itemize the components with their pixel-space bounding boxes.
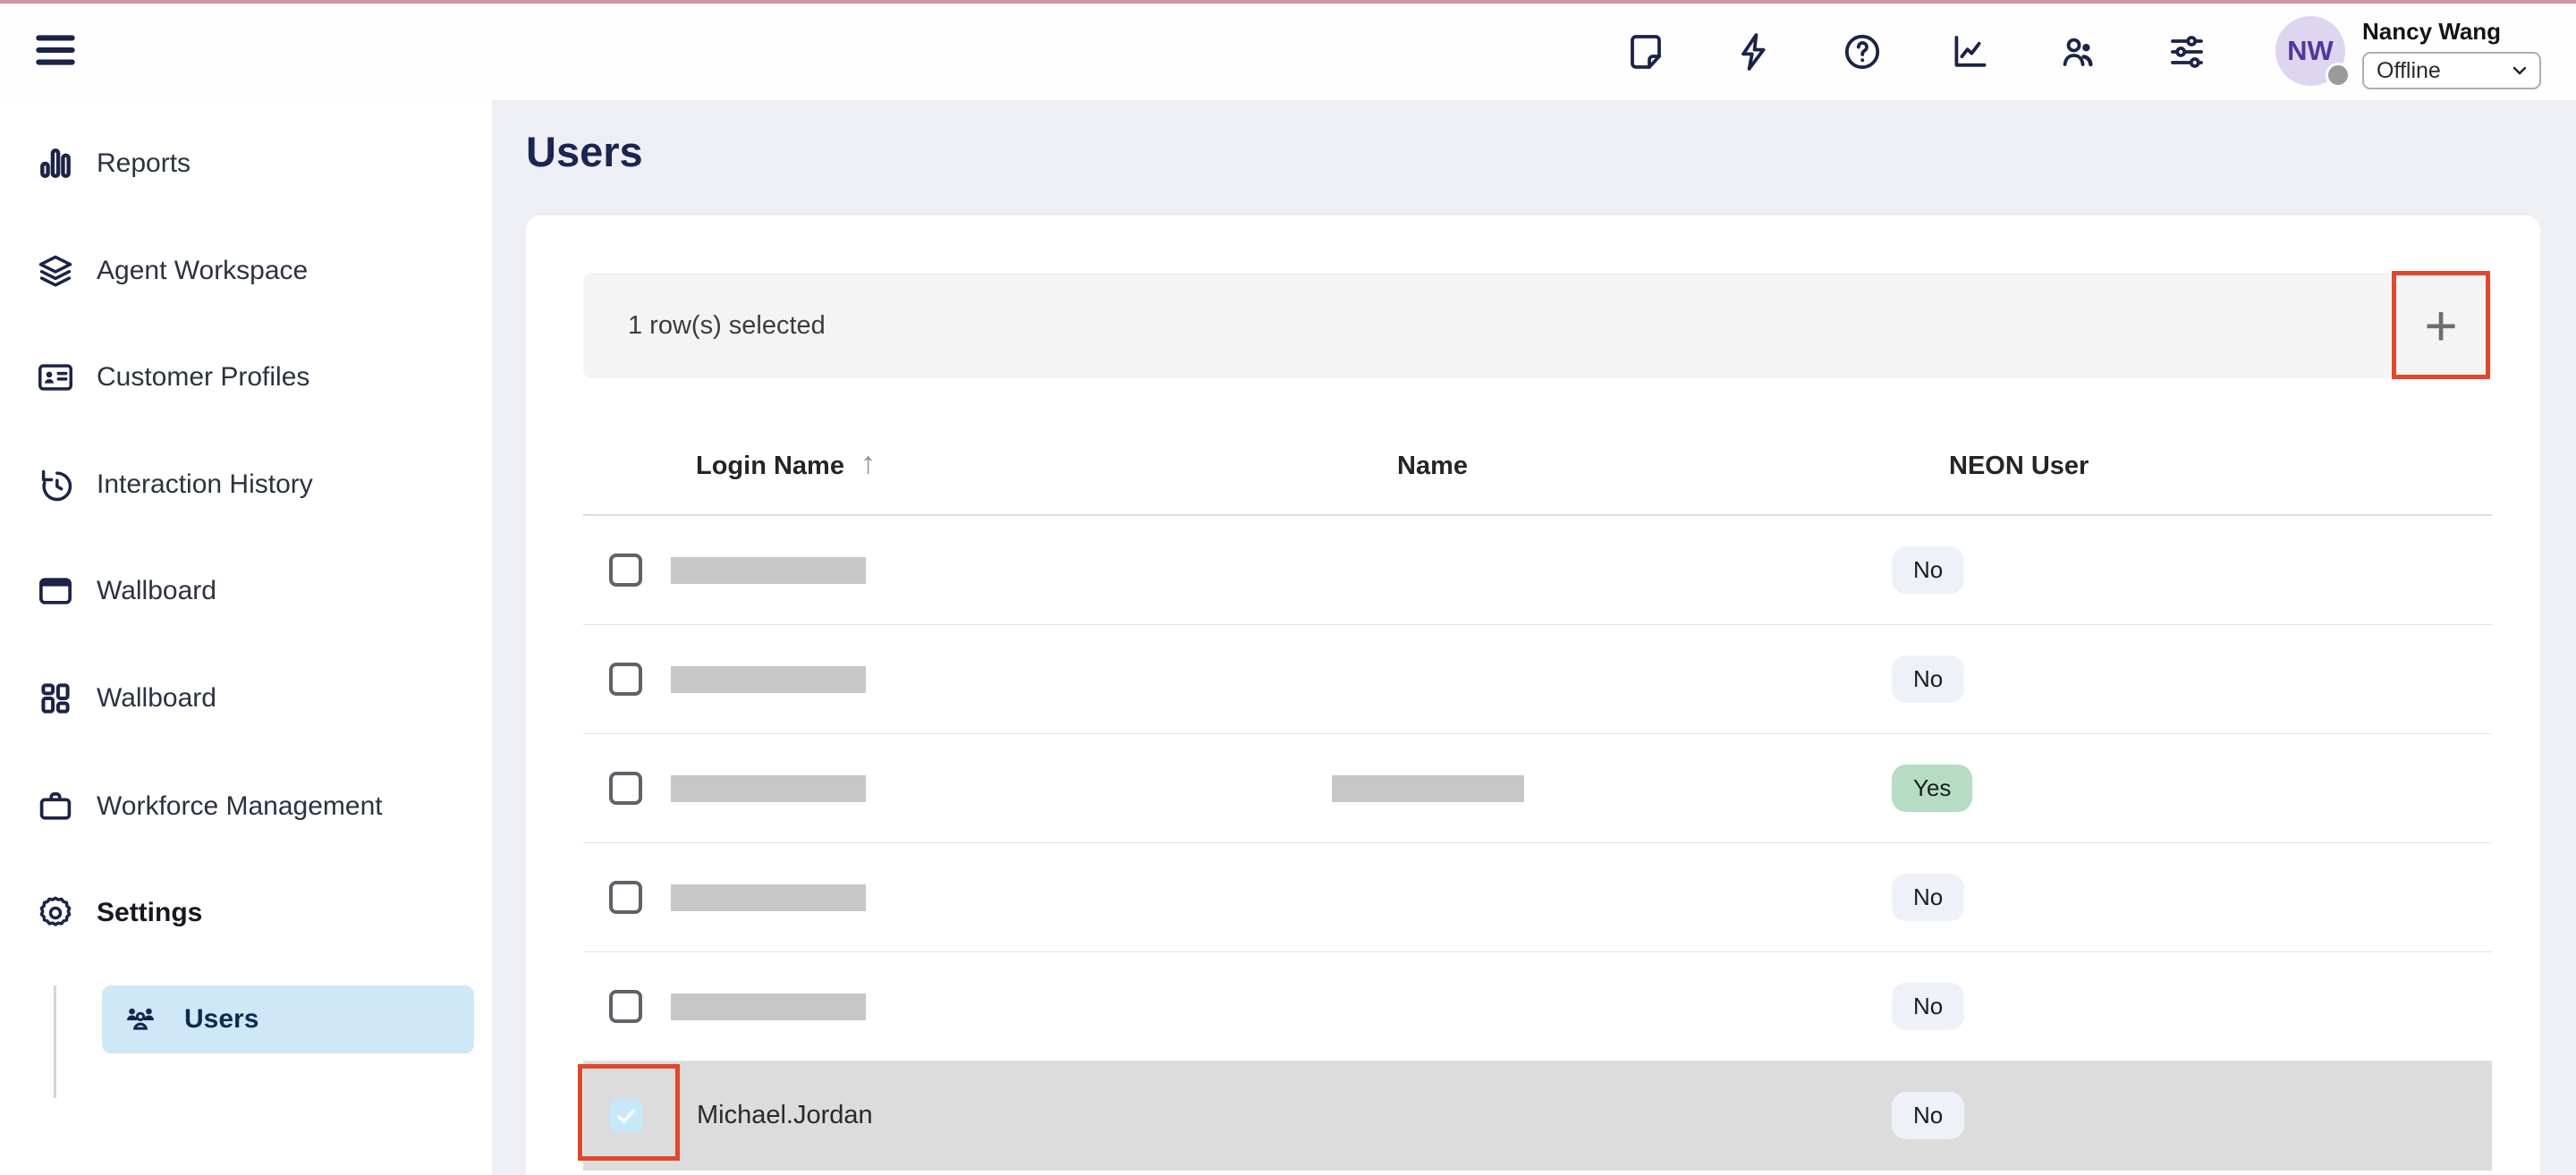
table-row[interactable]: No xyxy=(583,516,2492,625)
bar-chart-icon xyxy=(36,144,75,183)
sidebar-item-settings[interactable]: Settings xyxy=(0,891,492,935)
column-header-login-name[interactable]: Login Name ↑ xyxy=(696,418,876,514)
window-icon xyxy=(36,571,75,611)
redacted-login-name xyxy=(671,775,866,802)
add-user-button[interactable]: + xyxy=(2392,271,2490,379)
notes-icon[interactable] xyxy=(1624,30,1667,73)
sidebar-item-label: Wallboard xyxy=(97,576,216,606)
page-title: Users xyxy=(526,127,643,176)
main-content: Users 1 row(s) selected + Login Name ↑ N… xyxy=(492,100,2576,1175)
login-name-cell: Michael.Jordan xyxy=(697,1061,873,1170)
settings-indent-line xyxy=(54,985,56,1098)
column-header-neon-user[interactable]: NEON User xyxy=(1949,418,2089,514)
row-checkbox-checked[interactable] xyxy=(609,1099,642,1132)
analytics-icon[interactable] xyxy=(1949,30,1992,73)
table-row[interactable]: No xyxy=(583,843,2492,952)
neon-user-badge: No xyxy=(1892,1092,1964,1139)
redacted-name xyxy=(1332,775,1524,802)
redacted-login-name xyxy=(671,993,866,1020)
layers-icon xyxy=(36,251,75,291)
user-name: Nancy Wang xyxy=(2362,18,2501,46)
topbar-action-icons xyxy=(1624,30,2208,73)
sidebar-item-label: Wallboard xyxy=(97,683,216,714)
row-checkbox[interactable] xyxy=(609,990,642,1023)
table-row[interactable]: No xyxy=(583,952,2492,1061)
table-row[interactable]: No xyxy=(583,625,2492,734)
table-row-selected[interactable]: Michael.Jordan No xyxy=(583,1061,2492,1171)
check-icon xyxy=(613,1103,640,1129)
column-header-name[interactable]: Name xyxy=(1397,418,1468,514)
id-card-icon xyxy=(36,358,75,397)
dashboard-grid-icon xyxy=(36,679,75,718)
sidebar-item-label: Workforce Management xyxy=(97,791,383,822)
sidebar-item-wallboard[interactable]: Wallboard xyxy=(0,569,492,613)
help-icon[interactable] xyxy=(1841,30,1884,73)
redacted-login-name xyxy=(671,557,866,584)
avatar-initials: NW xyxy=(2287,35,2334,67)
sidebar-item-wallboard-2[interactable]: Wallboard xyxy=(0,676,492,721)
users-card: 1 row(s) selected + Login Name ↑ Name NE… xyxy=(526,216,2540,1175)
sidebar-item-label: Settings xyxy=(97,898,202,928)
presence-status-select[interactable]: Offline xyxy=(2362,52,2541,89)
sidebar-item-reports[interactable]: Reports xyxy=(0,141,492,186)
selection-toolbar: 1 row(s) selected xyxy=(583,273,2492,378)
table-row[interactable]: Yes xyxy=(583,734,2492,843)
history-icon xyxy=(36,465,75,504)
sidebar-item-users[interactable]: Users xyxy=(102,985,474,1053)
sidebar-item-agent-workspace[interactable]: Agent Workspace xyxy=(0,249,492,293)
row-checkbox[interactable] xyxy=(609,554,642,587)
top-bar: NW Nancy Wang Offline xyxy=(0,4,2576,100)
preferences-icon[interactable] xyxy=(2165,30,2208,73)
sidebar-item-label: Customer Profiles xyxy=(97,362,309,393)
sidebar-item-label: Reports xyxy=(97,148,191,179)
plus-icon: + xyxy=(2424,292,2457,359)
hamburger-menu-icon[interactable] xyxy=(30,25,80,75)
presence-status-value: Offline xyxy=(2364,58,2509,84)
quick-actions-icon[interactable] xyxy=(1733,30,1775,73)
presence-status-dot xyxy=(2326,63,2351,88)
redacted-login-name xyxy=(671,884,866,911)
sidebar-item-label: Interaction History xyxy=(97,469,313,500)
table-header: Login Name ↑ Name NEON User xyxy=(583,418,2492,514)
sidebar-item-label: Agent Workspace xyxy=(97,256,308,286)
contacts-icon[interactable] xyxy=(2057,30,2100,73)
chevron-down-icon xyxy=(2509,60,2530,81)
sidebar-item-interaction-history[interactable]: Interaction History xyxy=(0,462,492,507)
sort-ascending-icon[interactable]: ↑ xyxy=(860,446,876,481)
neon-user-badge: No xyxy=(1892,874,1964,921)
briefcase-icon xyxy=(36,787,75,826)
neon-user-badge: No xyxy=(1892,546,1964,594)
selection-count-text: 1 row(s) selected xyxy=(628,273,826,378)
redacted-login-name xyxy=(671,666,866,693)
row-checkbox[interactable] xyxy=(609,663,642,696)
row-checkbox[interactable] xyxy=(609,881,642,914)
neon-user-badge: No xyxy=(1892,983,1964,1030)
neon-user-badge: No xyxy=(1892,655,1964,703)
sidebar: Reports Agent Workspace Customer Profile… xyxy=(0,100,492,1175)
users-icon xyxy=(122,1001,159,1038)
gear-icon xyxy=(36,893,75,933)
row-checkbox[interactable] xyxy=(609,772,642,805)
neon-user-badge: Yes xyxy=(1892,765,1972,812)
app-screen: NW Nancy Wang Offline Reports xyxy=(0,0,2576,1175)
sidebar-item-label: Users xyxy=(184,1004,258,1035)
sidebar-item-workforce-management[interactable]: Workforce Management xyxy=(0,784,492,829)
sidebar-item-customer-profiles[interactable]: Customer Profiles xyxy=(0,355,492,400)
avatar[interactable]: NW xyxy=(2275,16,2345,86)
